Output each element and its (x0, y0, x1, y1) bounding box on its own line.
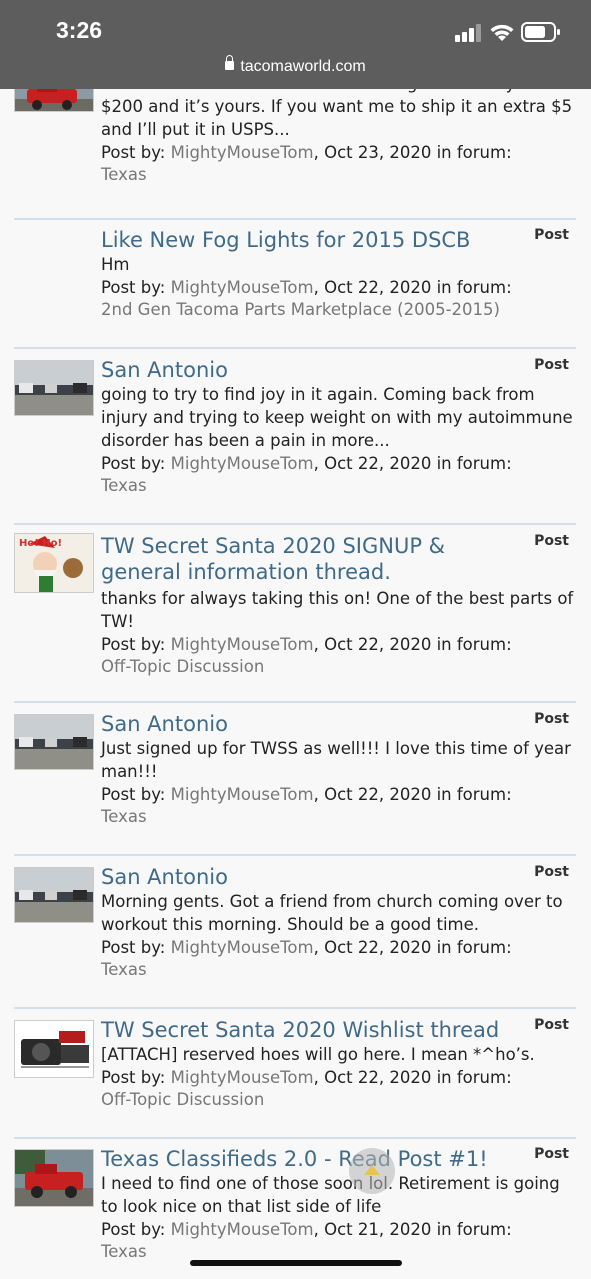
result-type-label: Post (534, 533, 569, 549)
result-meta: Post by: MightyMouseTom, Oct 22, 2020 in… (101, 452, 576, 475)
search-results-list: SOLD. Have a Non-BT PC 38 collecting dus… (0, 0, 591, 1279)
result-type-label: Post (534, 227, 569, 243)
result-divider (14, 347, 576, 349)
status-time: 3:26 (56, 17, 103, 43)
result-title-link[interactable]: Texas Classifieds 2.0 - Read Post #1! (101, 1146, 520, 1172)
result-type-label: Post (534, 711, 569, 727)
result-username-link[interactable]: MightyMouseTom (171, 785, 314, 804)
result-username-link[interactable]: MightyMouseTom (171, 278, 314, 297)
result-type-label: Post (534, 1146, 569, 1162)
thumb-caption: Ho! Ho! (19, 538, 62, 549)
result-title-link[interactable]: TW Secret Santa 2020 Wishlist thread (101, 1017, 520, 1043)
result-type-label: Post (534, 1017, 569, 1033)
result-date: , Oct 22, 2020 in forum: (313, 785, 512, 804)
result-forum-link[interactable]: Texas (101, 164, 576, 186)
result-meta: Post by: MightyMouseTom, Oct 23, 2020 in… (101, 141, 576, 164)
battery-icon (521, 22, 560, 42)
result-username-link[interactable]: MightyMouseTom (171, 635, 314, 654)
result-divider (14, 218, 576, 220)
post-by-label: Post by: (101, 785, 166, 804)
result-thumbnail[interactable] (14, 1149, 94, 1207)
result-thumbnail[interactable]: Ho! Ho! (14, 533, 94, 593)
result-snippet: Just signed up for TWSS as well!!! I lov… (101, 739, 571, 781)
result-title-link[interactable]: San Antonio (101, 711, 520, 737)
result-meta: Post by: MightyMouseTom, Oct 22, 2020 in… (101, 276, 576, 299)
status-bar: 3:26 tacomaworld.com (0, 0, 591, 89)
post-by-label: Post by: (101, 143, 166, 162)
url-text: tacomaworld.com (240, 58, 366, 75)
result-snippet: thanks for always taking this on! One of… (101, 589, 574, 631)
result-title-link[interactable]: San Antonio (101, 864, 520, 890)
result-title-link[interactable]: San Antonio (101, 357, 520, 383)
result-date: , Oct 22, 2020 in forum: (313, 278, 512, 297)
result-meta: Post by: MightyMouseTom, Oct 22, 2020 in… (101, 633, 576, 656)
result-username-link[interactable]: MightyMouseTom (171, 1220, 314, 1239)
post-by-label: Post by: (101, 938, 166, 957)
result-username-link[interactable]: MightyMouseTom (171, 143, 314, 162)
result-date: , Oct 22, 2020 in forum: (313, 1068, 512, 1087)
result-thumbnail[interactable] (14, 1020, 94, 1078)
result-snippet: I need to find one of those soon lol. Re… (101, 1174, 560, 1216)
result-meta: Post by: MightyMouseTom, Oct 21, 2020 in… (101, 1218, 576, 1241)
home-indicator[interactable] (190, 1260, 402, 1266)
result-thumbnail[interactable] (14, 867, 94, 923)
result-divider (14, 854, 576, 856)
result-forum-link[interactable]: Texas (101, 959, 576, 981)
result-divider (14, 1137, 576, 1139)
result-snippet: Hm (101, 255, 130, 274)
result-divider (14, 701, 576, 703)
result-forum-link[interactable]: Texas (101, 806, 576, 828)
post-by-label: Post by: (101, 454, 166, 473)
post-by-label: Post by: (101, 1068, 166, 1087)
wifi-icon (490, 24, 514, 41)
result-title-link[interactable]: TW Secret Santa 2020 SIGNUP & general in… (101, 533, 520, 585)
result-divider (14, 523, 576, 525)
result-snippet: going to try to find joy in it again. Co… (101, 385, 573, 450)
result-username-link[interactable]: MightyMouseTom (171, 938, 314, 957)
result-date: , Oct 22, 2020 in forum: (313, 454, 512, 473)
result-username-link[interactable]: MightyMouseTom (171, 454, 314, 473)
result-type-label: Post (534, 864, 569, 880)
result-date: , Oct 23, 2020 in forum: (313, 143, 512, 162)
post-by-label: Post by: (101, 1220, 166, 1239)
result-snippet: Morning gents. Got a friend from church … (101, 892, 563, 934)
result-forum-link[interactable]: 2nd Gen Tacoma Parts Marketplace (2005-2… (101, 299, 576, 321)
result-thumbnail[interactable] (14, 360, 94, 416)
result-forum-link[interactable]: Off-Topic Discussion (101, 1089, 576, 1111)
post-by-label: Post by: (101, 635, 166, 654)
post-by-label: Post by: (101, 278, 166, 297)
result-forum-link[interactable]: Texas (101, 475, 576, 497)
result-type-label: Post (534, 357, 569, 373)
result-username-link[interactable]: MightyMouseTom (171, 1068, 314, 1087)
result-date: , Oct 22, 2020 in forum: (313, 938, 512, 957)
result-divider (14, 1007, 576, 1009)
result-meta: Post by: MightyMouseTom, Oct 22, 2020 in… (101, 936, 576, 959)
lock-icon (225, 55, 235, 70)
result-meta: Post by: MightyMouseTom, Oct 22, 2020 in… (101, 783, 576, 806)
result-snippet: [ATTACH] reserved hoes will go here. I m… (101, 1045, 535, 1064)
result-date: , Oct 21, 2020 in forum: (313, 1220, 512, 1239)
result-thumbnail[interactable] (14, 714, 94, 770)
address-bar[interactable]: tacomaworld.com (0, 55, 591, 76)
result-meta: Post by: MightyMouseTom, Oct 22, 2020 in… (101, 1066, 576, 1089)
cellular-signal-icon (455, 24, 481, 42)
scroll-to-top-icon[interactable] (349, 1148, 395, 1194)
result-forum-link[interactable]: Off-Topic Discussion (101, 656, 576, 678)
result-date: , Oct 22, 2020 in forum: (313, 635, 512, 654)
result-title-link[interactable]: Like New Fog Lights for 2015 DSCB (101, 227, 520, 253)
